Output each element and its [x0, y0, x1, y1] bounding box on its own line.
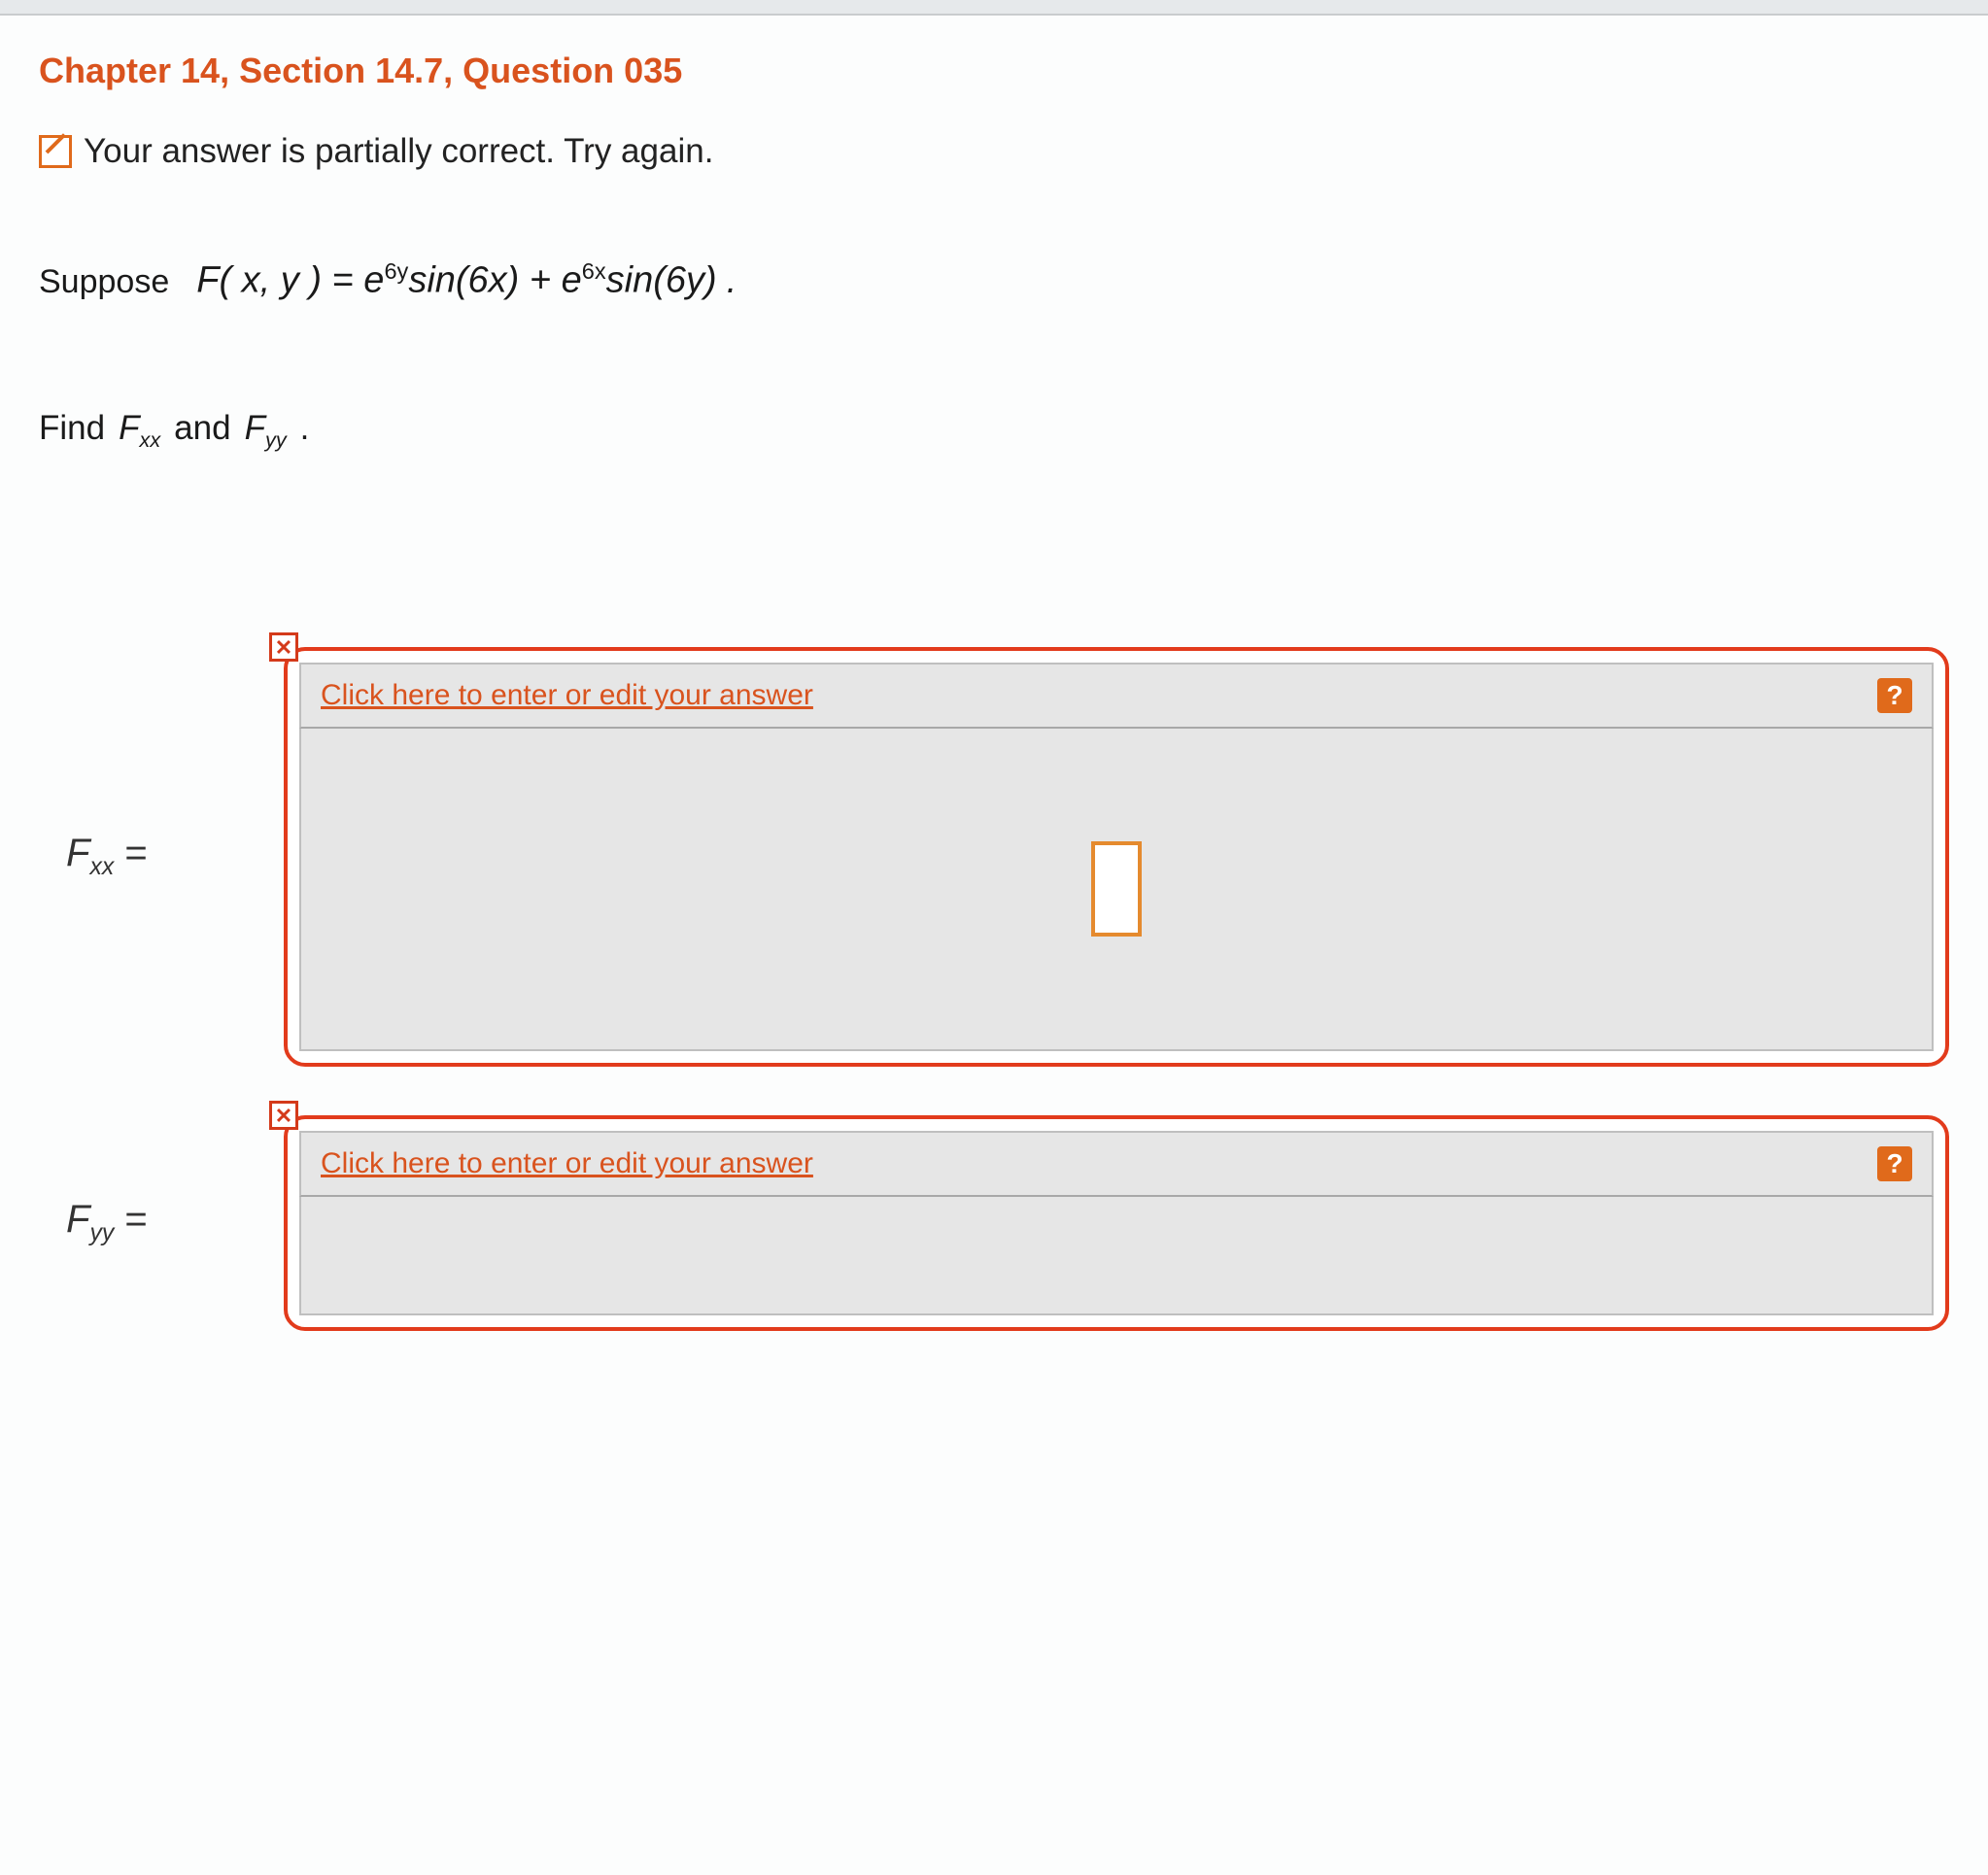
help-icon[interactable]: ? [1877, 1146, 1912, 1181]
answer-body[interactable] [299, 1197, 1934, 1315]
answer-header: Click here to enter or edit your answer? [299, 663, 1934, 729]
answer-box[interactable]: Click here to enter or edit your answer? [284, 647, 1949, 1067]
incorrect-badge-icon: ✕ [269, 1101, 298, 1130]
formula-part: F( x, y ) = e [196, 260, 384, 301]
answer-box-wrap: ✕Click here to enter or edit your answer… [284, 1115, 1949, 1331]
answer-row: Fxx = ✕Click here to enter or edit your a… [66, 647, 1949, 1067]
help-icon[interactable]: ? [1877, 678, 1912, 713]
problem-statement: Suppose F( x, y ) = e6ysin(6x) + e6xsin(… [39, 258, 1949, 302]
sym-base: F [119, 409, 139, 447]
answer-box[interactable]: Click here to enter or edit your answer? [284, 1115, 1949, 1331]
answer-label: Fyy = [66, 1198, 241, 1247]
formula-exp: 6y [384, 258, 408, 284]
edit-answer-link[interactable]: Click here to enter or edit your answer [321, 679, 813, 712]
find-lead: Find [39, 409, 105, 448]
question-heading: Chapter 14, Section 14.7, Question 035 [39, 51, 1949, 91]
problem-formula: F( x, y ) = e6ysin(6x) + e6xsin(6y) [196, 258, 716, 302]
sym-base: F [245, 409, 265, 447]
question-content: Chapter 14, Section 14.7, Question 035 Y… [0, 16, 1988, 1331]
find-line: Find Fxx and Fyy . [39, 409, 1949, 453]
fade-overlay [0, 1865, 1988, 1875]
sym-sub: xx [139, 427, 160, 452]
formula-part: sin(6x) + e [408, 260, 581, 301]
incorrect-badge-icon: ✕ [269, 632, 298, 662]
find-sym2: Fyy [245, 409, 287, 453]
window-top-bar [0, 0, 1988, 16]
answer-row: Fyy = ✕Click here to enter or edit your a… [66, 1115, 1949, 1331]
partial-correct-icon [39, 135, 72, 168]
answer-body[interactable] [299, 729, 1934, 1051]
edit-answer-link[interactable]: Click here to enter or edit your answer [321, 1147, 813, 1180]
status-text: Your answer is partially correct. Try ag… [84, 132, 713, 171]
answer-label: Fxx = [66, 832, 241, 881]
equals-sign: = [114, 832, 147, 874]
answers-container: Fxx =✕Click here to enter or edit your a… [39, 647, 1949, 1331]
sym-sub: yy [265, 427, 287, 452]
find-sym1: Fxx [119, 409, 160, 453]
sym-base: F [66, 832, 89, 874]
find-conj: and [174, 409, 230, 448]
sym-base: F [66, 1198, 89, 1241]
sym-sub: xx [89, 854, 114, 880]
answer-box-wrap: ✕Click here to enter or edit your answer… [284, 647, 1949, 1067]
problem-lead: Suppose [39, 263, 169, 301]
equals-sign: = [114, 1198, 147, 1241]
input-cursor-icon [1091, 841, 1142, 937]
status-row: Your answer is partially correct. Try ag… [39, 132, 1949, 171]
formula-part: sin(6y) [606, 260, 717, 301]
formula-exp: 6x [582, 258, 606, 284]
formula-tail: . [727, 260, 737, 302]
find-tail: . [300, 409, 310, 448]
answer-header: Click here to enter or edit your answer? [299, 1131, 1934, 1197]
sym-sub: yy [89, 1220, 114, 1246]
